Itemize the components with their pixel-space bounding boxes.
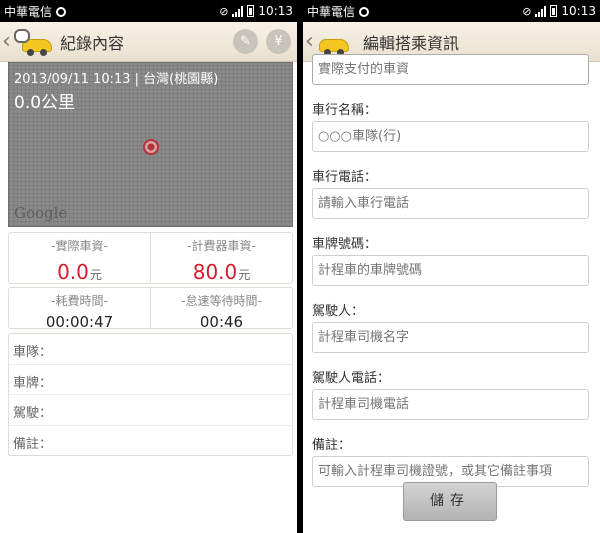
back-chevron-icon[interactable]: ‹ — [305, 30, 315, 52]
meter-fare-unit: 元 — [238, 268, 251, 282]
back-chevron-icon[interactable]: ‹ — [2, 30, 12, 52]
carrier-label: 中華電信 — [4, 4, 53, 19]
notes-label: 備註： — [312, 438, 352, 453]
carrier-label: 中華電信 — [307, 4, 356, 19]
gps-icon — [359, 7, 370, 17]
vibrate-icon: ⊘ — [522, 4, 532, 18]
page-title: 編輯搭乘資訊 — [363, 33, 460, 53]
gps-icon — [56, 7, 67, 17]
fare-button[interactable]: ¥ — [266, 29, 291, 54]
edit-button[interactable]: ✎ — [233, 29, 258, 54]
elapsed-time-value: 00:00:47 — [45, 313, 114, 331]
time-card: -耗費時間- 00:00:47 -怠速等待時間- 00:46 — [8, 287, 293, 331]
meter-fare-value: 80.0 — [192, 260, 238, 284]
actual-fare-unit: 元 — [89, 268, 102, 282]
pencil-icon: ✎ — [240, 34, 251, 49]
signal-icon — [535, 5, 547, 17]
actual-fare-label: -實際車資- — [51, 239, 108, 253]
location-pin-icon — [143, 139, 159, 155]
actual-fare-value: 0.0 — [57, 260, 89, 284]
record-screen: 中華電信 ⊘ 10:13 ‹ 紀錄內容 ✎ ¥ 2013/09/11 10:13… — [0, 0, 297, 533]
driver-label: 駕駛人： — [312, 304, 365, 319]
clock: 10:13 — [561, 4, 596, 18]
signal-icon — [232, 5, 244, 17]
idle-time: -怠速等待時間- 00:46 — [150, 288, 292, 331]
taxi-logo-icon[interactable] — [12, 27, 54, 57]
detail-row-fleet: 車隊： — [9, 334, 292, 365]
elapsed-time-label: -耗費時間- — [51, 294, 108, 308]
detail-row-driver: 駕駛： — [9, 395, 292, 426]
driver-phone-label: 駕駛人電話： — [312, 371, 391, 386]
fleet-name-label: 車行名稱： — [312, 103, 378, 118]
elapsed-time: -耗費時間- 00:00:47 — [9, 288, 150, 331]
fleet-phone-input[interactable] — [312, 188, 589, 219]
actual-fare: -實際車資- 0.0元 — [9, 233, 150, 284]
edit-screen: 中華電信 ⊘ 10:13 ‹ 編輯搭乘資訊 車行名稱： 車行電話： 車牌號碼： … — [303, 0, 600, 533]
idle-time-label: -怠速等待時間- — [181, 294, 262, 308]
status-bar: 中華電信 ⊘ 10:13 — [0, 0, 297, 22]
vibrate-icon: ⊘ — [219, 4, 229, 18]
plate-number-input[interactable] — [312, 255, 589, 286]
ride-info-form: 車行名稱： 車行電話： 車牌號碼： 駕駛人： 駕駛人電話： 備註： — [312, 54, 589, 487]
route-map[interactable]: 2013/09/11 10:13 | 台灣(桃園縣) 0.0公里 Google — [8, 62, 293, 227]
driver-phone-input[interactable] — [312, 389, 589, 420]
battery-icon — [550, 5, 558, 17]
fleet-name-input[interactable] — [312, 121, 589, 152]
detail-row-notes: 備註： — [13, 436, 53, 452]
page-title: 紀錄內容 — [60, 33, 125, 53]
save-button[interactable]: 儲存 — [403, 482, 497, 521]
map-record-info: 2013/09/11 10:13 | 台灣(桃園縣) — [14, 72, 219, 87]
app-bar: ‹ 紀錄內容 ✎ ¥ — [0, 22, 297, 62]
map-distance: 0.0公里 — [14, 93, 76, 113]
currency-icon: ¥ — [274, 34, 283, 49]
fare-card: -實際車資- 0.0元 -計費器車資- 80.0元 — [8, 232, 293, 284]
driver-input[interactable] — [312, 322, 589, 353]
meter-fare-label: -計費器車資- — [187, 239, 256, 253]
clock: 10:13 — [258, 4, 293, 18]
actual-fare-input[interactable] — [312, 54, 589, 85]
battery-icon — [247, 5, 255, 17]
meter-fare: -計費器車資- 80.0元 — [150, 233, 292, 284]
google-logo: Google — [14, 204, 68, 222]
taxi-logo-icon[interactable] — [315, 27, 357, 57]
idle-time-value: 00:46 — [199, 313, 244, 331]
detail-list: 車隊： 車牌： 駕駛： 備註： — [8, 333, 293, 456]
fleet-phone-label: 車行電話： — [312, 170, 378, 185]
plate-number-label: 車牌號碼： — [312, 237, 378, 252]
detail-row-plate: 車牌： — [9, 365, 292, 395]
status-bar: 中華電信 ⊘ 10:13 — [303, 0, 600, 22]
